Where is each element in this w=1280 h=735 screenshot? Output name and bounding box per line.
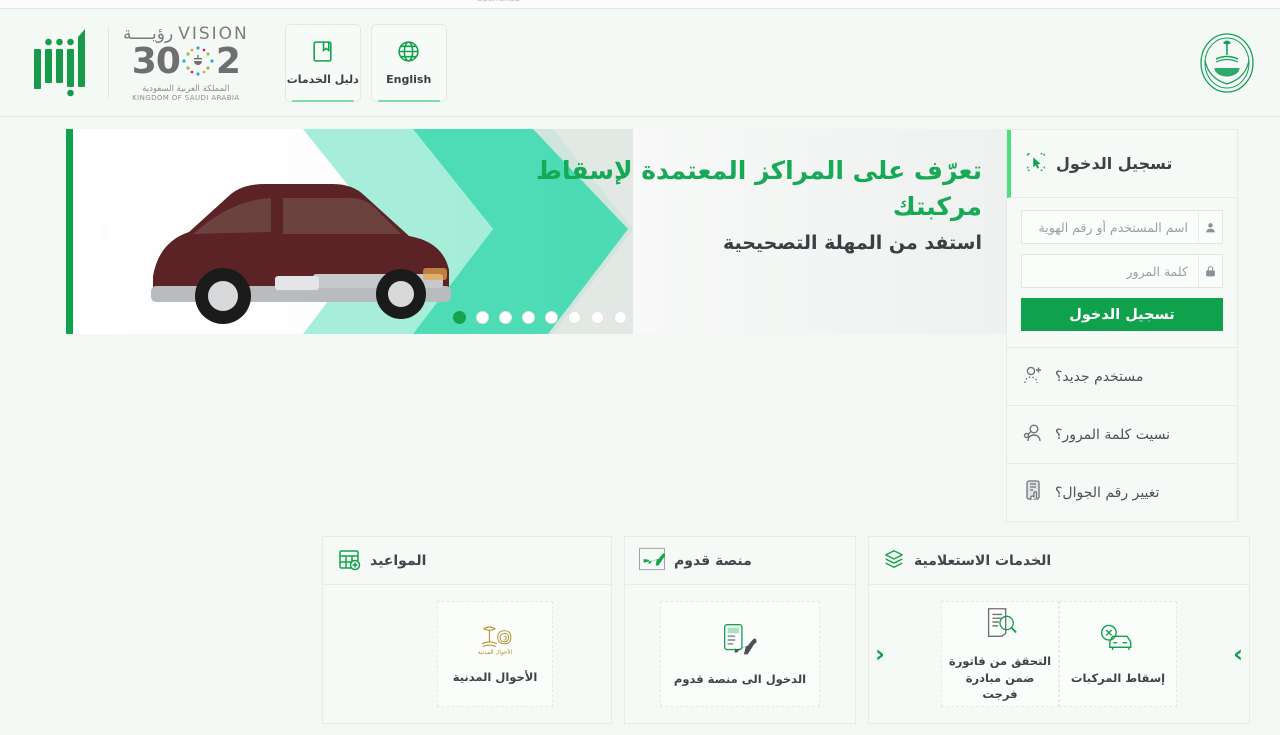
login-column: تسجيل الدخول اسم المستخدم أو رقم الهوية … — [1006, 129, 1238, 522]
info-services-tiles: إسقاط المركبات التحقق من فاتورة ضمن مباد… — [883, 601, 1235, 707]
hero-text-block: تعرّف على المراكز المعتمدة لإسقاط مركبتك… — [462, 153, 982, 254]
language-switch-button[interactable]: English — [370, 23, 447, 102]
login-card: تسجيل الدخول اسم المستخدم أو رقم الهوية … — [1006, 129, 1238, 348]
lock-icon — [1198, 255, 1222, 287]
change-mobile-label: تغيير رقم الجوال؟ — [1055, 484, 1160, 501]
forgot-password-label: نسيت كلمة المرور؟ — [1055, 426, 1171, 443]
vision-number-left: 2 — [215, 41, 241, 83]
password-input[interactable] — [1022, 255, 1198, 287]
page-content: تسجيل الدخول اسم المستخدم أو رقم الهوية … — [0, 117, 1280, 735]
site-header: English دليل الخدمات VISION رؤيــــة 2 3… — [0, 9, 1280, 117]
language-switch-label: English — [386, 73, 432, 86]
hero-dot[interactable] — [613, 311, 627, 324]
tile-invoice-check-label: التحقق من فاتورة ضمن مبادرة فرجت — [948, 654, 1052, 702]
panel-appointments-title: المواعيد — [370, 552, 427, 569]
services-guide-button[interactable]: دليل الخدمات — [284, 23, 361, 102]
panel-qadoum-body: الدخول الى منصة قدوم — [625, 585, 855, 723]
qadoum-plane-icon — [717, 621, 763, 663]
mobile-hand-icon — [1021, 479, 1045, 507]
hero-dot[interactable] — [475, 311, 489, 324]
hero-dot[interactable] — [590, 311, 604, 324]
hero-dot[interactable] — [498, 311, 512, 324]
panel-qadoum-header: منصة قدوم — [625, 537, 855, 585]
chevron-left-icon[interactable]: ‹ — [875, 642, 885, 666]
login-card-header: تسجيل الدخول — [1007, 130, 1237, 198]
new-user-label: مستخدم جديد؟ — [1055, 368, 1144, 385]
vision-subtitle-en: KINGDOM OF SAUDI ARABIA — [132, 93, 240, 102]
panel-info-services-body: › ‹ إسقاط المركبات التحقق من فاتورة ضمن … — [869, 585, 1249, 723]
sidebar-link-forgot-password[interactable]: نسيت كلمة المرور؟ — [1006, 406, 1238, 464]
panel-qadoum-title: منصة قدوم — [674, 552, 752, 569]
browser-chrome-sliver: absher.sa — [0, 0, 1280, 9]
tile-qadoum-entry-label: الدخول الى منصة قدوم — [673, 671, 807, 686]
vision-emblem-icon — [181, 44, 215, 82]
qadoum-tiles: الدخول الى منصة قدوم — [639, 601, 841, 707]
hero-dot[interactable] — [567, 311, 581, 324]
car-cancel-icon — [1098, 622, 1138, 662]
airplane-icon — [639, 547, 666, 575]
chevron-left-icon[interactable]: › — [99, 216, 111, 247]
user-icon — [1198, 211, 1222, 243]
browser-crumb-text: absher.sa — [477, 0, 520, 4]
saudi-moi-seal-icon — [1196, 32, 1258, 94]
vision-subtitle-ar: المملكة العربية السعودية — [142, 83, 230, 94]
calendar-plus-icon — [337, 547, 361, 575]
panel-info-services: الخدمات الاستعلامية › ‹ إسقاط المركبات ا… — [868, 536, 1250, 724]
tile-civil-affairs-label: الأحوال المدنية — [452, 669, 538, 684]
hero-subtitle: استفد من المهلة التصحيحية — [722, 232, 982, 254]
hero-login-row: تسجيل الدخول اسم المستخدم أو رقم الهوية … — [0, 129, 1280, 522]
hero-title: تعرّف على المراكز المعتمدة لإسقاط مركبتك — [536, 156, 982, 221]
vision-number-right: 30 — [131, 41, 181, 83]
globe-icon — [396, 39, 421, 64]
absher-logo-icon[interactable] — [30, 25, 92, 101]
book-guide-icon — [310, 39, 335, 64]
hero-slide[interactable]: تعرّف على المراكز المعتمدة لإسقاط مركبتك… — [66, 129, 1006, 334]
panel-appointments-header: المواعيد — [323, 537, 611, 585]
login-submit-button[interactable]: تسجيل الدخول — [1021, 298, 1223, 331]
hero-dot[interactable] — [521, 311, 535, 324]
password-field[interactable] — [1021, 254, 1223, 288]
panel-info-services-title: الخدمات الاستعلامية — [914, 552, 1052, 569]
cursor-select-icon — [1025, 151, 1047, 177]
panel-qadoum: منصة قدوم الدخول الى منصة قدوم — [624, 536, 856, 724]
header-divider — [108, 26, 109, 99]
username-input[interactable] — [1022, 211, 1198, 243]
vision-2030-logo: VISION رؤيــــة 2 30 المملكة العربية الس… — [123, 24, 249, 102]
civil-affairs-icon: الأحوال المدنية — [467, 623, 523, 661]
services-guide-label: دليل الخدمات — [286, 73, 359, 86]
tile-invoice-check[interactable]: التحقق من فاتورة ضمن مبادرة فرجت — [941, 601, 1059, 707]
tile-civil-affairs[interactable]: الأحوال المدنية الأحوال المدنية — [437, 601, 553, 707]
sidebar-link-change-mobile[interactable]: تغيير رقم الجوال؟ — [1006, 464, 1238, 522]
svg-text:الأحوال المدنية: الأحوال المدنية — [478, 648, 513, 656]
user-plus-icon — [1021, 363, 1045, 391]
panel-appointments-body: الأحوال المدنية الأحوال المدنية — [323, 585, 611, 723]
panel-appointments: المواعيد الأحوال المدنية الأحوال المدنية — [322, 536, 612, 724]
service-panels-row: الخدمات الاستعلامية › ‹ إسقاط المركبات ا… — [0, 536, 1280, 724]
sidebar-link-new-user[interactable]: مستخدم جديد؟ — [1006, 348, 1238, 406]
hero-dot[interactable] — [544, 311, 558, 324]
chevron-right-icon[interactable]: › — [1233, 642, 1243, 666]
tile-vehicle-scrapping[interactable]: إسقاط المركبات — [1059, 601, 1177, 707]
invoice-search-icon — [981, 605, 1019, 645]
tile-vehicle-scrapping-label: إسقاط المركبات — [1070, 670, 1166, 685]
hero-dot-active[interactable] — [452, 311, 466, 324]
panel-info-services-header: الخدمات الاستعلامية — [869, 537, 1249, 585]
login-card-body: تسجيل الدخول — [1007, 198, 1237, 347]
hero-carousel-dots — [73, 311, 1006, 324]
appointments-tiles: الأحوال المدنية الأحوال المدنية — [337, 601, 597, 707]
layers-icon — [883, 548, 905, 574]
tile-qadoum-entry[interactable]: الدخول الى منصة قدوم — [660, 601, 820, 707]
hero-car-image — [151, 184, 451, 324]
username-field[interactable] — [1021, 210, 1223, 244]
user-key-icon — [1021, 421, 1045, 449]
hero-carousel[interactable]: تعرّف على المراكز المعتمدة لإسقاط مركبتك… — [66, 129, 1006, 522]
login-title: تسجيل الدخول — [1056, 154, 1173, 173]
